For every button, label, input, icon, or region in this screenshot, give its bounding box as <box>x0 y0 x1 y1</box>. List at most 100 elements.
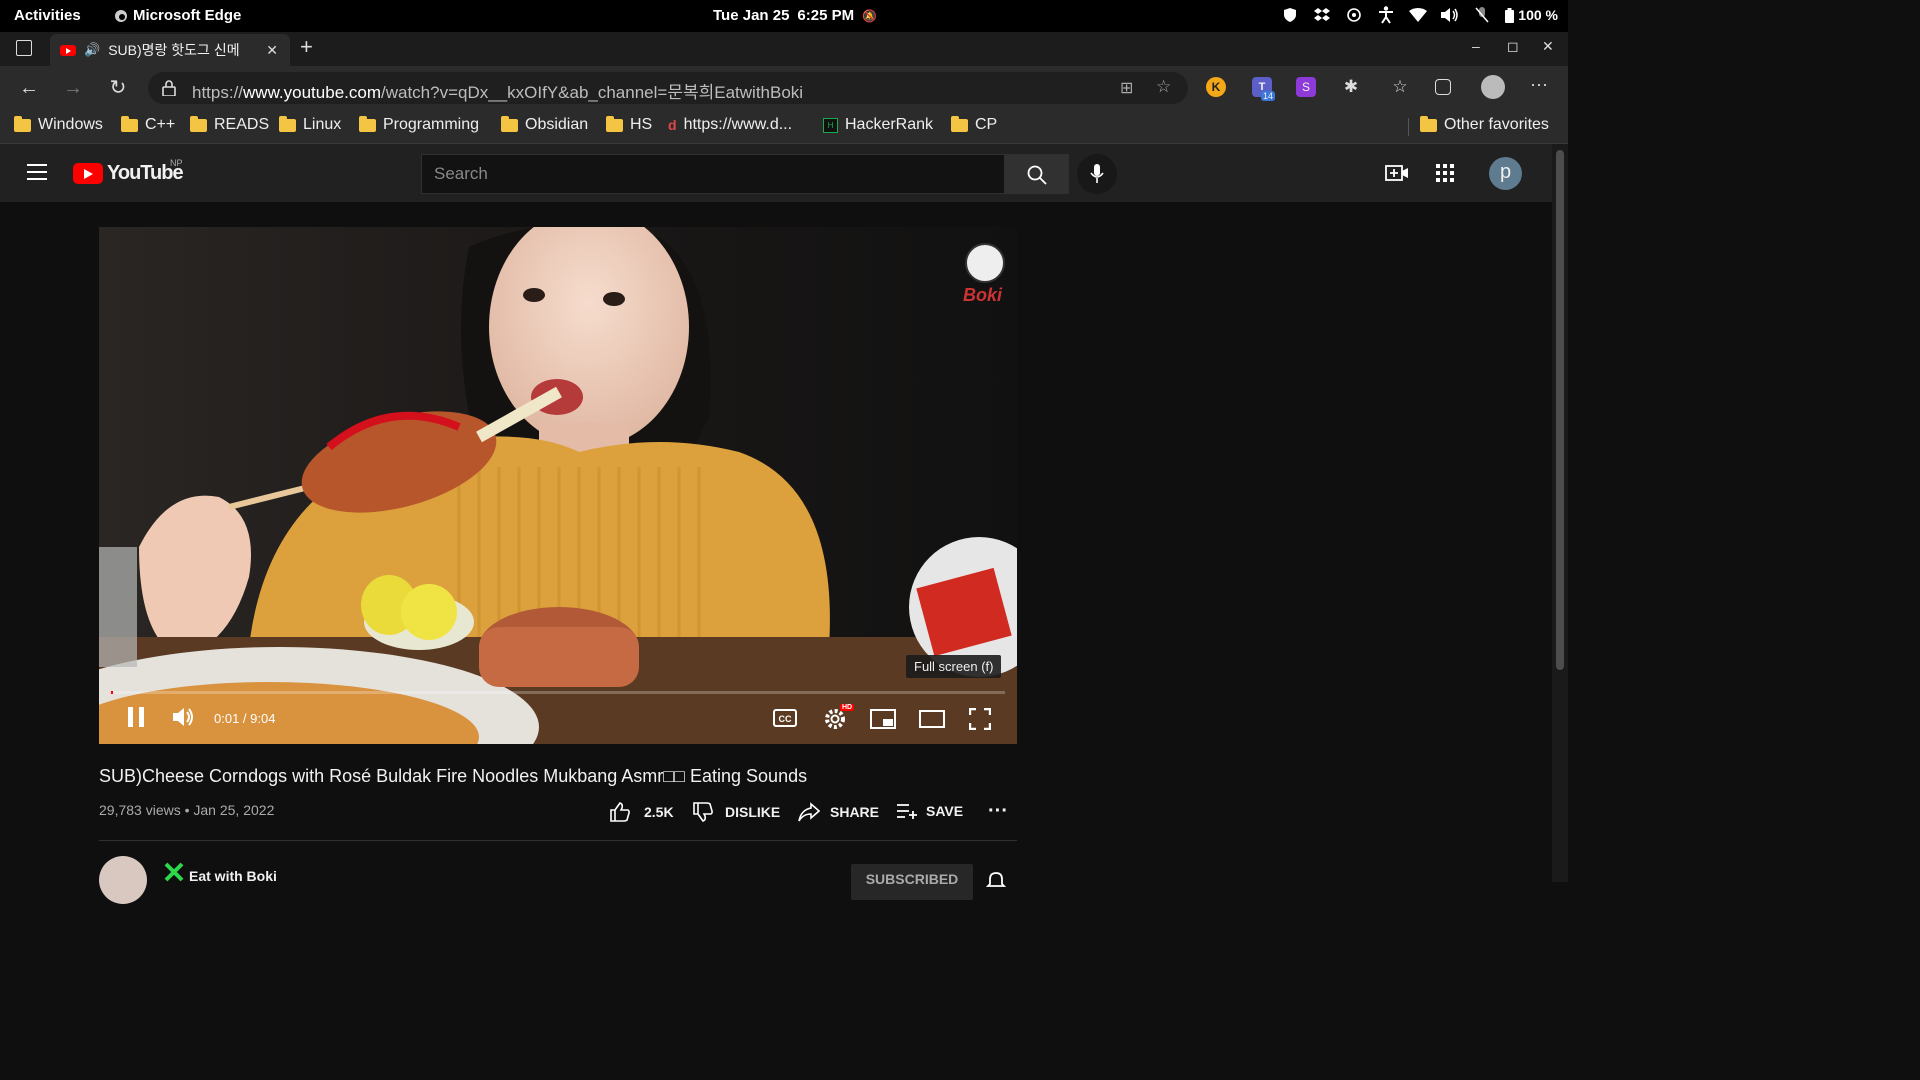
collections-icon[interactable] <box>1435 79 1451 95</box>
channel-watermark[interactable]: Boki <box>961 243 1009 309</box>
dislike-label: DISLIKE <box>725 804 781 820</box>
edge-icon <box>115 9 127 22</box>
page-scrollbar[interactable] <box>1552 144 1568 882</box>
favorite-programming[interactable]: Programming <box>359 115 480 134</box>
dislike-button[interactable]: DISLIKE <box>693 802 780 822</box>
volume-icon[interactable] <box>1441 6 1459 24</box>
search-button[interactable] <box>1005 154 1069 194</box>
hamburger-menu-icon[interactable] <box>27 164 47 180</box>
favorite-hs[interactable]: HS <box>606 115 652 134</box>
folder-icon <box>951 115 968 132</box>
search-input[interactable] <box>422 155 1004 193</box>
maximize-button[interactable]: ◻ <box>1507 38 1519 55</box>
youtube-favicon-icon <box>60 44 76 56</box>
favorite-label: Windows <box>38 116 103 133</box>
volume-button[interactable] <box>173 705 195 729</box>
channel-avatar[interactable] <box>99 856 147 904</box>
more-menu-icon[interactable]: ··· <box>1530 75 1550 97</box>
favorite-label: Programming <box>383 116 480 133</box>
battery-percent: 100 % <box>1518 7 1558 23</box>
fullscreen-tooltip: Full screen (f) <box>906 655 1002 678</box>
favorite-obsidian[interactable]: Obsidian <box>501 115 588 134</box>
close-window-button[interactable]: ✕ <box>1542 38 1554 55</box>
watermark-text: Boki <box>963 285 1003 305</box>
extension-s-icon[interactable]: S <box>1296 77 1316 97</box>
youtube-logo[interactable]: YouTube <box>73 162 184 185</box>
like-button[interactable]: 2.5K <box>610 802 674 822</box>
save-button[interactable]: SAVE <box>896 802 963 820</box>
browser-tab-active[interactable]: 🔊 SUB)명랑 핫도그 신메 ✕ <box>50 34 290 66</box>
favbar-divider <box>1408 118 1409 136</box>
other-favorites[interactable]: Other favorites <box>1420 115 1549 134</box>
miniplayer-button[interactable] <box>870 709 896 729</box>
profile-icon[interactable] <box>1481 75 1505 99</box>
tab-close-icon[interactable]: ✕ <box>266 42 278 59</box>
favorite-label: READS <box>214 116 270 133</box>
app-menu[interactable]: Microsoft Edge <box>114 7 241 24</box>
pause-button[interactable] <box>126 705 146 729</box>
extension-k-icon[interactable]: K <box>1206 77 1226 97</box>
notification-bell-icon[interactable] <box>986 870 1006 890</box>
favorite-site-link[interactable]: d https://www.d... <box>668 116 792 134</box>
lock-icon[interactable] <box>162 80 176 96</box>
fullscreen-button[interactable] <box>969 708 991 730</box>
activities-button[interactable]: Activities <box>14 7 81 24</box>
channel-logo-icon <box>164 862 184 882</box>
url-text[interactable]: https://www.youtube.com/watch?v=qDx__kxO… <box>192 78 803 103</box>
extensions-puzzle-icon[interactable]: ✱ <box>1341 77 1361 97</box>
favorite-label: HackerRank <box>845 116 934 133</box>
vpn-shield-icon[interactable] <box>1281 6 1299 24</box>
favorite-linux[interactable]: Linux <box>279 115 341 134</box>
tab-title: SUB)명랑 핫도그 신메 <box>108 42 240 58</box>
accessibility-icon[interactable] <box>1377 6 1395 24</box>
progress-bar[interactable] <box>111 691 1005 694</box>
theater-mode-button[interactable] <box>919 710 945 728</box>
refresh-button[interactable]: ↻ <box>106 76 130 100</box>
subtitles-button[interactable]: CC <box>773 709 797 727</box>
folder-icon <box>501 115 518 132</box>
tab-audio-icon[interactable]: 🔊 <box>84 42 100 58</box>
search-box[interactable] <box>421 154 1005 194</box>
favorite-cp[interactable]: CP <box>951 115 997 134</box>
system-tray[interactable]: 100 % <box>1281 6 1558 24</box>
folder-icon <box>606 115 623 132</box>
site-favicon-icon: d <box>668 117 677 133</box>
favorite-hackerrank[interactable]: H HackerRank <box>823 116 933 134</box>
voice-search-button[interactable] <box>1077 154 1117 194</box>
subscribe-button[interactable]: SUBSCRIBED <box>851 864 973 900</box>
battery-status[interactable]: 100 % <box>1505 7 1558 23</box>
account-avatar[interactable]: p <box>1489 157 1522 190</box>
wifi-icon[interactable] <box>1409 6 1428 24</box>
favorite-windows[interactable]: Windows <box>14 115 103 134</box>
tab-actions-icon[interactable] <box>16 40 32 56</box>
progress-played <box>111 691 113 694</box>
clock[interactable]: Tue Jan 25 6:25 PM 🔕 <box>713 7 877 24</box>
clock-date: Tue Jan 25 <box>713 7 790 24</box>
video-player[interactable]: Boki Full screen (f) 0:01 / 9:04 CC HD <box>99 227 1017 744</box>
app-available-icon[interactable]: ⊞ <box>1120 78 1133 98</box>
video-title: SUB)Cheese Corndogs with Rosé Buldak Fir… <box>99 766 808 786</box>
forward-button[interactable]: → <box>61 76 85 100</box>
url-scheme: https:// <box>192 83 244 102</box>
microphone-muted-icon[interactable] <box>1473 6 1491 24</box>
share-button[interactable]: SHARE <box>798 802 879 822</box>
add-favorite-icon[interactable]: ☆ <box>1156 77 1171 97</box>
scrollbar-thumb[interactable] <box>1556 150 1564 670</box>
create-video-icon[interactable] <box>1385 163 1409 183</box>
address-bar[interactable]: https://www.youtube.com/watch?v=qDx__kxO… <box>148 72 1188 104</box>
more-actions-button[interactable]: ··· <box>988 800 1008 823</box>
dropbox-icon[interactable] <box>1313 6 1331 24</box>
favorite-reads[interactable]: READS <box>190 115 270 134</box>
favorite-label: https://www.d... <box>683 116 793 133</box>
favorite-cpp[interactable]: C++ <box>121 115 175 134</box>
minimize-button[interactable]: – <box>1472 38 1480 54</box>
back-button[interactable]: ← <box>17 76 41 100</box>
new-tab-button[interactable]: + <box>300 34 313 60</box>
watermark-avatar-icon <box>965 243 1005 283</box>
folder-icon <box>279 115 296 132</box>
favorites-icon[interactable]: ☆ <box>1390 77 1410 97</box>
status-icon[interactable] <box>1345 6 1363 24</box>
apps-grid-icon[interactable] <box>1436 164 1454 182</box>
system-top-bar: Activities Microsoft Edge Tue Jan 25 6:2… <box>0 0 1568 32</box>
channel-name[interactable]: Eat with Boki <box>189 868 277 884</box>
